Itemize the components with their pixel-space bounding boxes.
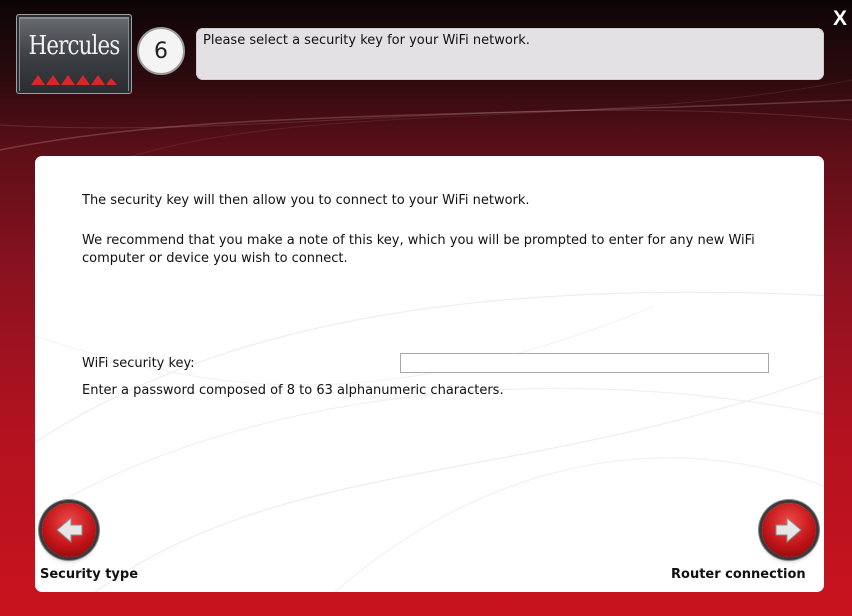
key-label: WiFi security key:: [82, 356, 195, 371]
next-label[interactable]: Router connection: [671, 567, 806, 582]
back-label[interactable]: Security type: [40, 567, 138, 582]
logo-text: Hercules: [28, 31, 121, 61]
back-button[interactable]: [42, 503, 96, 557]
key-hint: Enter a password composed of 8 to 63 alp…: [82, 383, 504, 398]
security-key-input[interactable]: [400, 353, 769, 373]
close-button[interactable]: X: [833, 8, 849, 30]
note-text: We recommend that you make a note of thi…: [82, 233, 755, 266]
step-number: 6: [137, 27, 185, 75]
intro-text: The security key will then allow you to …: [82, 193, 530, 208]
logo-triangles: [31, 75, 117, 85]
title-bar: Please select a security key for your Wi…: [196, 28, 824, 80]
arrow-left-icon: [56, 516, 83, 544]
page-title: Please select a security key for your Wi…: [203, 33, 530, 48]
content-panel: The security key will then allow you to …: [35, 156, 824, 592]
arrow-right-icon: [775, 516, 802, 544]
next-button[interactable]: [762, 503, 816, 557]
hercules-logo: Hercules: [16, 14, 132, 94]
panel-swirls: [35, 291, 824, 592]
